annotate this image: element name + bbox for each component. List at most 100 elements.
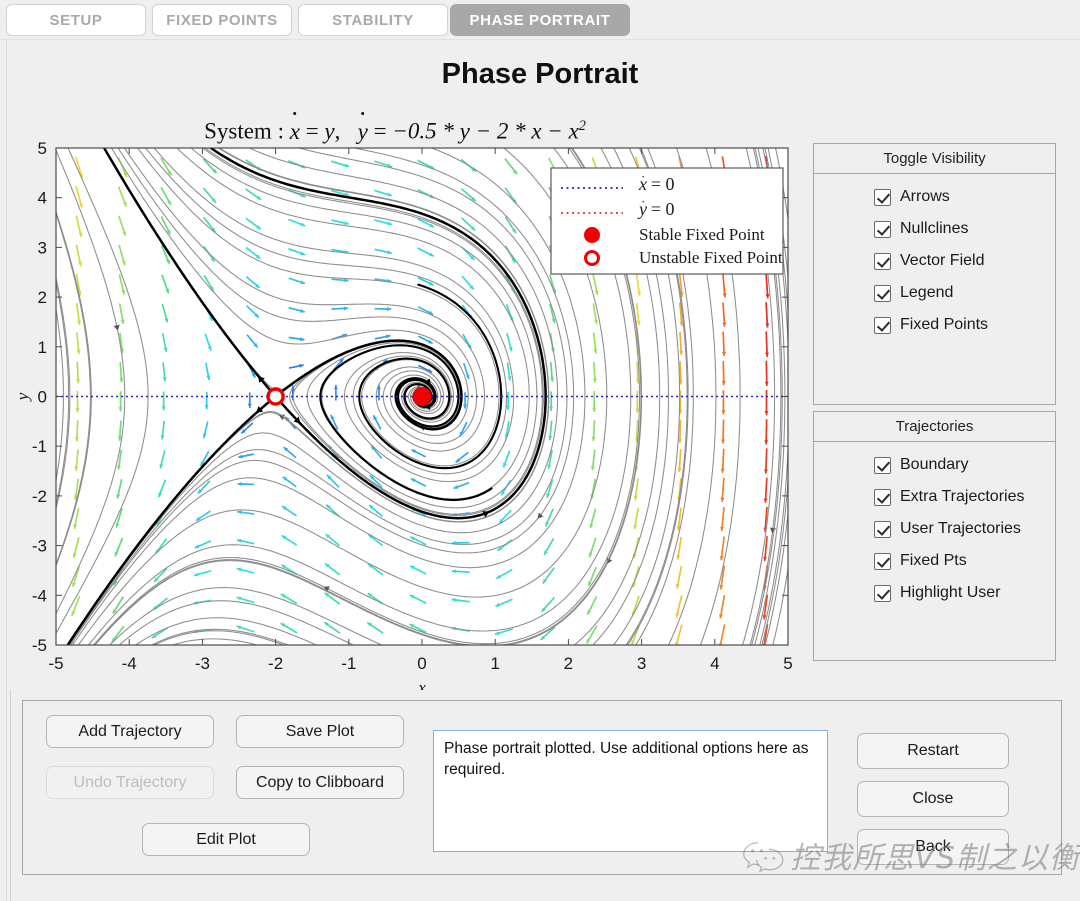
back-button[interactable]: Back: [857, 829, 1009, 865]
x-tick-label: 5: [783, 654, 792, 673]
toggle-visibility-panel: Toggle Visibility Arrows Nullclines Vect…: [813, 143, 1056, 405]
checkbox-user-trajectories-label: User Trajectories: [900, 520, 1021, 537]
checkbox-extra-trajectories-label: Extra Trajectories: [900, 488, 1025, 505]
tab-stability-label: STABILITY: [332, 11, 414, 29]
x-axis-label: x: [417, 678, 426, 690]
window-left-border-lower: [10, 690, 11, 901]
check-icon[interactable]: [874, 220, 891, 238]
check-icon[interactable]: [874, 552, 891, 570]
status-message-box[interactable]: Phase portrait plotted. Use additional o…: [433, 730, 828, 852]
copy-to-clipboard-button[interactable]: Copy to Clibboard: [236, 766, 404, 799]
check-icon[interactable]: [874, 488, 891, 506]
phase-portrait-svg[interactable]: -5 -4 -3 -2 -1 0 1 2 3 4 5 -5 -4 -3 -2 -1 0 1 2 3 4 5 x y x· = 0…: [16, 140, 806, 690]
extra-trajectory: [742, 639, 745, 645]
checkbox-extra-trajectories[interactable]: Extra Trajectories: [874, 488, 1055, 506]
checkbox-legend-label: Legend: [900, 284, 954, 301]
x-tick-label: -1: [341, 654, 356, 673]
checkbox-nullclines-label: Nullclines: [900, 220, 969, 237]
save-plot-label: Save Plot: [285, 722, 355, 740]
check-icon[interactable]: [874, 584, 891, 602]
checkbox-vector-field-label: Vector Field: [900, 252, 985, 269]
y-tick-label: 2: [38, 288, 47, 307]
check-icon[interactable]: [874, 520, 891, 538]
tab-fixed-points[interactable]: FIXED POINTS: [152, 4, 292, 36]
x-tick-label: -4: [122, 654, 137, 673]
legend-entry-label: Stable Fixed Point: [639, 225, 765, 244]
tab-setup-label: SETUP: [49, 11, 103, 29]
check-icon[interactable]: [874, 188, 891, 206]
toggle-visibility-body: Arrows Nullclines Vector Field Legend Fi…: [814, 174, 1055, 334]
legend-unstable-marker: [584, 250, 600, 266]
checkbox-highlight-user[interactable]: Highlight User: [874, 584, 1055, 602]
tab-setup[interactable]: SETUP: [6, 4, 146, 36]
tab-stability[interactable]: STABILITY: [298, 4, 448, 36]
undo-trajectory-label: Undo Trajectory: [73, 773, 187, 791]
eq2-exponent: 2: [578, 118, 586, 134]
y-axis-label: y: [16, 392, 32, 402]
tab-bar: SETUP FIXED POINTS STABILITY PHASE PORTR…: [0, 0, 1080, 40]
y-tick-label: -4: [32, 586, 47, 605]
tab-bar-separator: [0, 39, 1080, 40]
checkbox-fixed-points-label: Fixed Points: [900, 316, 989, 333]
edit-plot-button[interactable]: Edit Plot: [142, 823, 310, 856]
checkbox-arrows[interactable]: Arrows: [874, 188, 1055, 206]
x-tick-label: -2: [268, 654, 283, 673]
y-tick-label: -2: [32, 487, 47, 506]
checkbox-nullclines[interactable]: Nullclines: [874, 220, 1055, 238]
checkbox-user-trajectories[interactable]: User Trajectories: [874, 520, 1055, 538]
y-tick-label: -1: [32, 437, 47, 456]
checkbox-highlight-user-label: Highlight User: [900, 584, 1001, 601]
y-tick-label: 5: [38, 140, 47, 158]
trajectories-panel: Trajectories Boundary Extra Trajectories…: [813, 411, 1056, 661]
tab-phase-portrait-label: PHASE PORTRAIT: [469, 11, 611, 29]
close-label: Close: [912, 790, 954, 807]
x-tick-label: 4: [710, 654, 719, 673]
legend-stable-marker: [584, 227, 600, 243]
x-tick-label: 2: [564, 654, 573, 673]
checkbox-arrows-label: Arrows: [900, 188, 950, 205]
y-tick-label: 3: [38, 238, 47, 257]
add-trajectory-button[interactable]: Add Trajectory: [46, 715, 214, 748]
back-label: Back: [915, 838, 951, 855]
phase-portrait-plot[interactable]: -5 -4 -3 -2 -1 0 1 2 3 4 5 -5 -4 -3 -2 -1 0 1 2 3 4 5 x y x· = 0…: [16, 140, 806, 690]
y-tick-label: -5: [32, 636, 47, 655]
checkbox-fixed-points[interactable]: Fixed Points: [874, 316, 1055, 334]
checkbox-fixed-pts[interactable]: Fixed Pts: [874, 552, 1055, 570]
y-tick-label: -3: [32, 537, 47, 556]
restart-button[interactable]: Restart: [857, 733, 1009, 769]
stable-fixed-point[interactable]: [412, 387, 432, 406]
x-tick-label: -3: [195, 654, 210, 673]
checkbox-vector-field[interactable]: Vector Field: [874, 252, 1055, 270]
checkbox-boundary[interactable]: Boundary: [874, 456, 1055, 474]
tab-phase-portrait[interactable]: PHASE PORTRAIT: [450, 4, 630, 36]
close-button[interactable]: Close: [857, 781, 1009, 817]
toggle-visibility-title: Toggle Visibility: [814, 144, 1055, 174]
check-icon[interactable]: [874, 316, 891, 334]
check-icon[interactable]: [874, 456, 891, 474]
x-tick-label: 3: [637, 654, 646, 673]
save-plot-button[interactable]: Save Plot: [236, 715, 404, 748]
plot-legend: x· = 0y· = 0Stable Fixed PointUnstable F…: [550, 167, 784, 275]
y-tick-label: 1: [38, 338, 47, 357]
unstable-fixed-point[interactable]: [266, 387, 285, 406]
check-icon[interactable]: [874, 252, 891, 270]
trajectories-body: Boundary Extra Trajectories User Traject…: [814, 442, 1055, 602]
checkbox-boundary-label: Boundary: [900, 456, 969, 473]
page-title: Phase Portrait: [441, 58, 639, 90]
x-tick-label: 1: [490, 654, 499, 673]
status-message-text: Phase portrait plotted. Use additional o…: [444, 740, 809, 778]
undo-trajectory-button[interactable]: Undo Trajectory: [46, 766, 214, 799]
checkbox-legend[interactable]: Legend: [874, 284, 1055, 302]
legend-entry-label: Unstable Fixed Point: [639, 248, 783, 267]
x-tick-label: -5: [48, 654, 63, 673]
tab-fixed-points-label: FIXED POINTS: [166, 11, 278, 29]
edit-plot-label: Edit Plot: [196, 830, 256, 848]
y-tick-label: 0: [38, 388, 47, 407]
trajectories-title: Trajectories: [814, 412, 1055, 442]
y-tick-label: 4: [38, 189, 47, 208]
check-icon[interactable]: [874, 284, 891, 302]
checkbox-fixed-pts-label: Fixed Pts: [900, 552, 967, 569]
restart-label: Restart: [907, 742, 959, 759]
add-trajectory-label: Add Trajectory: [78, 722, 182, 740]
copy-to-clipboard-label: Copy to Clibboard: [255, 773, 385, 791]
